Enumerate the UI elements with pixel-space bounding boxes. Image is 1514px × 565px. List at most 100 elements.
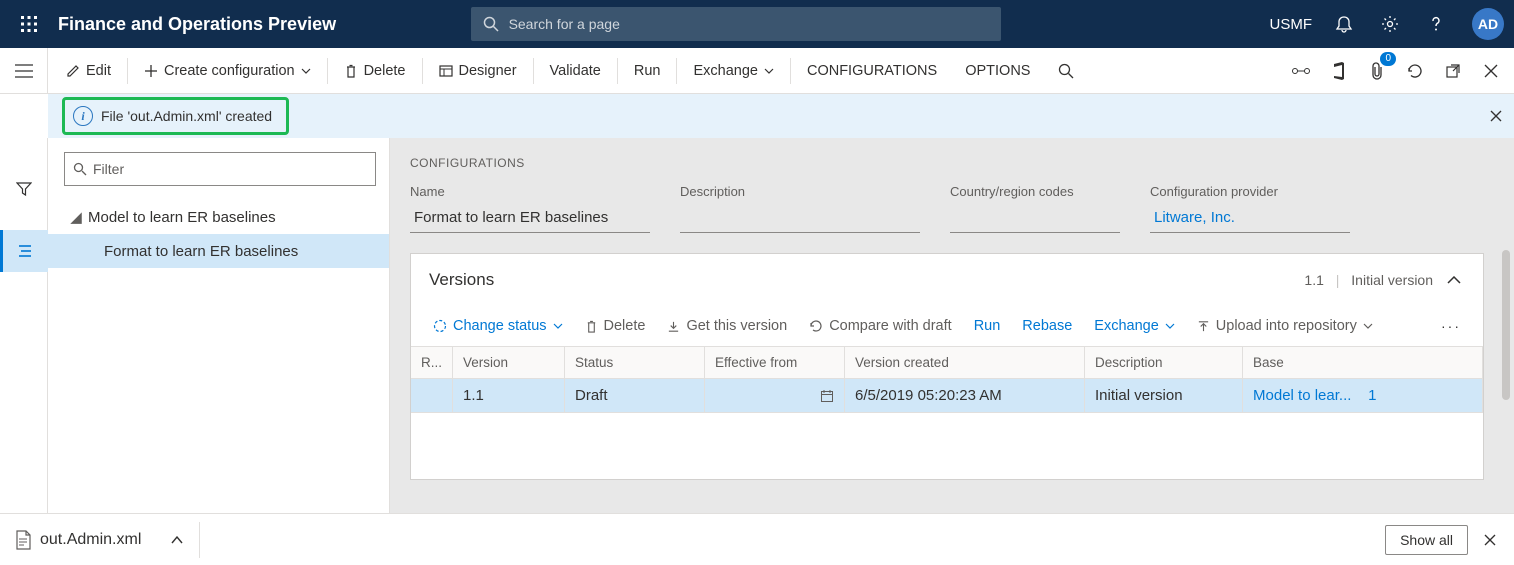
section-label: CONFIGURATIONS xyxy=(410,156,1494,170)
compare-button[interactable]: Compare with draft xyxy=(801,314,960,338)
cell-created: 6/5/2019 05:20:23 AM xyxy=(845,379,1085,413)
refresh-button[interactable] xyxy=(1396,48,1434,94)
col-version[interactable]: Version xyxy=(453,347,565,379)
upload-icon xyxy=(1197,320,1210,333)
provider-value[interactable]: Litware, Inc. xyxy=(1150,203,1350,233)
downloads-close-button[interactable] xyxy=(1480,530,1500,550)
col-created[interactable]: Version created xyxy=(845,347,1085,379)
top-navbar: Finance and Operations Preview Search fo… xyxy=(0,0,1514,48)
notification-close-button[interactable] xyxy=(1490,110,1502,122)
global-search[interactable]: Search for a page xyxy=(471,7,1001,41)
main-area: Filter ◢ Model to learn ER baselines For… xyxy=(0,138,1514,513)
popout-button[interactable] xyxy=(1434,48,1472,94)
validate-button[interactable]: Validate xyxy=(536,48,615,94)
tree-child[interactable]: Format to learn ER baselines xyxy=(48,234,389,268)
chevron-up-icon xyxy=(171,536,183,544)
base-link[interactable]: Model to lear... xyxy=(1253,387,1351,404)
command-bar-row: Edit Create configuration Delete Designe… xyxy=(0,48,1514,94)
notifications-icon[interactable] xyxy=(1330,10,1358,38)
calendar-icon[interactable] xyxy=(820,389,834,403)
list-rail-button[interactable] xyxy=(0,230,48,272)
col-description[interactable]: Description xyxy=(1085,347,1243,379)
help-icon[interactable] xyxy=(1422,10,1450,38)
company-code[interactable]: USMF xyxy=(1270,16,1313,33)
create-configuration-button[interactable]: Create configuration xyxy=(130,48,325,94)
filter-rail-button[interactable] xyxy=(0,168,48,210)
col-status[interactable]: Status xyxy=(565,347,705,379)
description-value[interactable] xyxy=(680,203,920,233)
version-run-button[interactable]: Run xyxy=(966,314,1009,338)
versions-toolbar: Change status Delete Get this version Co… xyxy=(411,306,1483,346)
config-tree: ◢ Model to learn ER baselines Format to … xyxy=(64,200,389,268)
run-button[interactable]: Run xyxy=(620,48,675,94)
more-button[interactable]: ··· xyxy=(1433,314,1469,338)
version-exchange-button[interactable]: Exchange xyxy=(1086,314,1183,338)
info-icon: i xyxy=(73,106,93,126)
attachments-badge: 0 xyxy=(1380,52,1396,66)
office-icon[interactable] xyxy=(1320,48,1358,94)
attachments-button[interactable]: 0 xyxy=(1358,48,1396,94)
region-value[interactable] xyxy=(950,203,1120,233)
list-icon xyxy=(17,244,33,258)
notification-highlight: i File 'out.Admin.xml' created xyxy=(62,97,289,135)
notification-row: i File 'out.Admin.xml' created xyxy=(0,94,1514,138)
exchange-button[interactable]: Exchange xyxy=(679,48,788,94)
app-title: Finance and Operations Preview xyxy=(58,14,336,35)
name-value[interactable]: Format to learn ER baselines xyxy=(410,203,650,233)
notification-bar: i File 'out.Admin.xml' created xyxy=(48,94,1514,138)
popout-icon xyxy=(1445,63,1461,79)
field-name: Name Format to learn ER baselines xyxy=(410,184,650,233)
col-base[interactable]: Base xyxy=(1243,347,1483,379)
versions-header: Versions 1.1 | Initial version xyxy=(411,254,1483,306)
close-icon xyxy=(1484,64,1498,78)
col-effective[interactable]: Effective from xyxy=(705,347,845,379)
filter-input[interactable]: Filter xyxy=(64,152,376,186)
versions-title: Versions xyxy=(429,270,1304,290)
version-delete-button[interactable]: Delete xyxy=(577,314,654,338)
collapse-button[interactable] xyxy=(1443,272,1465,288)
edit-button[interactable]: Edit xyxy=(52,48,125,94)
app-launcher-icon[interactable] xyxy=(10,0,48,48)
show-all-button[interactable]: Show all xyxy=(1385,525,1468,555)
chevron-down-icon xyxy=(553,323,563,329)
side-panel: Filter ◢ Model to learn ER baselines For… xyxy=(48,138,390,513)
trash-icon xyxy=(585,320,598,333)
fields-row: Name Format to learn ER baselines Descri… xyxy=(410,184,1494,233)
options-tab[interactable]: OPTIONS xyxy=(951,48,1044,94)
command-bar: Edit Create configuration Delete Designe… xyxy=(48,48,1514,93)
change-status-button[interactable]: Change status xyxy=(425,314,571,338)
connector-icon[interactable] xyxy=(1282,48,1320,94)
user-avatar[interactable]: AD xyxy=(1472,8,1504,40)
designer-button[interactable]: Designer xyxy=(425,48,531,94)
filter-placeholder: Filter xyxy=(93,161,124,177)
file-icon xyxy=(14,530,32,550)
left-rail xyxy=(0,138,48,513)
vertical-scrollbar[interactable] xyxy=(1502,250,1510,400)
nav-toggle-icon[interactable] xyxy=(0,48,48,93)
grid-row[interactable]: 1.1 Draft 6/5/2019 05:20:23 AM Initial v… xyxy=(411,379,1483,413)
rebase-button[interactable]: Rebase xyxy=(1014,314,1080,338)
notification-text: File 'out.Admin.xml' created xyxy=(101,108,272,124)
pencil-icon xyxy=(66,64,80,78)
compare-icon xyxy=(809,319,823,333)
configurations-tab[interactable]: CONFIGURATIONS xyxy=(793,48,951,94)
plus-icon xyxy=(144,64,158,78)
upload-button[interactable]: Upload into repository xyxy=(1189,314,1381,338)
base-num[interactable]: 1 xyxy=(1368,387,1376,404)
col-r[interactable]: R... xyxy=(411,347,453,379)
field-region: Country/region codes xyxy=(950,184,1120,233)
close-button[interactable] xyxy=(1472,48,1510,94)
download-menu-button[interactable] xyxy=(171,536,183,544)
content-area: CONFIGURATIONS Name Format to learn ER b… xyxy=(390,138,1514,513)
versions-card: Versions 1.1 | Initial version Change st… xyxy=(410,253,1484,480)
search-icon xyxy=(483,16,499,32)
search-icon xyxy=(73,162,87,176)
cell-description: Initial version xyxy=(1085,379,1243,413)
get-version-button[interactable]: Get this version xyxy=(659,314,795,338)
delete-button[interactable]: Delete xyxy=(330,48,420,94)
settings-icon[interactable] xyxy=(1376,10,1404,38)
download-file[interactable]: out.Admin.xml xyxy=(14,530,141,550)
grid-header-row: R... Version Status Effective from Versi… xyxy=(411,347,1483,379)
page-search-button[interactable] xyxy=(1044,48,1088,94)
tree-parent[interactable]: ◢ Model to learn ER baselines xyxy=(64,200,389,234)
